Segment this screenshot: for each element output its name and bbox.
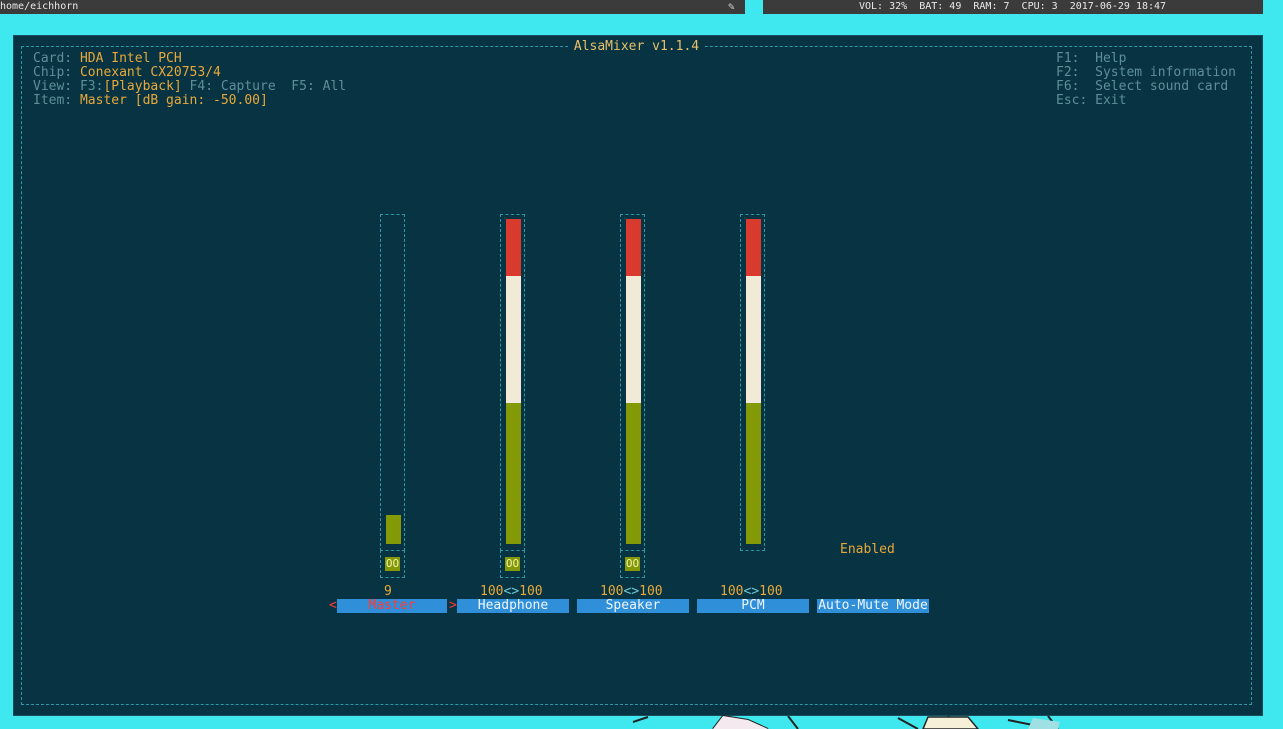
item-label: Item: — [33, 93, 80, 108]
headphone-volume-value: 100<>100 — [480, 585, 543, 599]
card-value: HDA Intel PCH — [79, 51, 182, 66]
speaker-sep: <> — [623, 584, 640, 599]
selector-right-arrow: > — [449, 598, 457, 613]
speaker-level-bar — [626, 219, 641, 544]
master-volume-value: 9 — [384, 585, 392, 599]
level-segment-mid — [506, 275, 521, 403]
headphone-level-bar — [506, 219, 521, 544]
headphone-mute-state: OO — [505, 557, 520, 571]
help-f1[interactable]: F1: Help — [1056, 51, 1126, 66]
view-label: View: — [33, 79, 80, 94]
speaker-label[interactable]: Speaker — [577, 599, 689, 613]
top-panel-left: home/eichhorn ✎ — [0, 0, 745, 14]
auto-mute-state[interactable]: Enabled — [840, 542, 895, 557]
terminal-window[interactable]: AlsaMixer v1.1.4 Card: HDA Intel PCH Chi… — [14, 36, 1262, 715]
wallpaper-character-art — [632, 714, 1060, 729]
speaker-volume-value: 100<>100 — [600, 585, 663, 599]
pcm-left: 100 — [720, 584, 744, 599]
pin-icon[interactable]: ✎ — [728, 0, 735, 13]
level-segment-mid — [746, 275, 761, 403]
speaker-mute-state: OO — [625, 557, 640, 571]
pcm-right: 100 — [759, 584, 783, 599]
view-playback[interactable]: [Playback] — [103, 79, 181, 94]
speaker-left: 100 — [600, 584, 624, 599]
level-segment-mid — [626, 275, 641, 403]
view-f3-key[interactable]: F3: — [80, 79, 103, 94]
headphone-sep: <> — [503, 584, 520, 599]
master-label[interactable]: Master — [337, 599, 447, 613]
chip-label: Chip: — [33, 65, 80, 80]
selector-left-arrow: < — [329, 598, 337, 613]
system-status: VOL: 32% BAT: 49 RAM: 7 CPU: 3 2017-06-2… — [859, 1, 1167, 12]
chip-value: Conexant CX20753/4 — [79, 65, 221, 80]
master-mute-toggle[interactable]: OO — [380, 550, 405, 578]
level-segment-high — [626, 219, 641, 276]
level-segment-low — [746, 402, 761, 544]
card-info: Card: HDA Intel PCH Chip: Conexant CX207… — [33, 52, 346, 108]
top-panel-status: VOL: 32% BAT: 49 RAM: 7 CPU: 3 2017-06-2… — [763, 0, 1263, 14]
item-value: Master [dB gain: -50.00] — [79, 93, 268, 108]
pcm-level-bar — [746, 219, 761, 544]
speaker-right: 100 — [639, 584, 663, 599]
app-title: AlsaMixer v1.1.4 — [567, 39, 706, 54]
pcm-volume-slider[interactable] — [740, 214, 765, 551]
help-f6[interactable]: F6: Select sound card — [1056, 79, 1228, 94]
headphone-right: 100 — [519, 584, 543, 599]
view-other-keys[interactable]: F4: Capture F5: All — [182, 79, 347, 94]
level-segment-high — [746, 219, 761, 276]
master-level-bar — [386, 219, 401, 544]
auto-mute-label[interactable]: Auto-Mute Mode — [817, 599, 929, 613]
headphone-volume-slider[interactable] — [500, 214, 525, 551]
master-volume-slider[interactable] — [380, 214, 405, 551]
help-keys: F1: Help F2: System information F6: Sele… — [1056, 52, 1236, 108]
pcm-sep: <> — [743, 584, 760, 599]
level-segment-low — [626, 402, 641, 544]
level-segment-low — [386, 514, 401, 544]
master-mute-state: OO — [385, 557, 400, 571]
speaker-mute-toggle[interactable]: OO — [620, 550, 645, 578]
card-label: Card: — [33, 51, 80, 66]
level-segment-low — [506, 402, 521, 544]
window-title: home/eichhorn — [0, 1, 79, 12]
headphone-label[interactable]: Headphone — [457, 599, 569, 613]
help-f2[interactable]: F2: System information — [1056, 65, 1236, 80]
help-esc[interactable]: Esc: Exit — [1056, 93, 1126, 108]
pcm-label[interactable]: PCM — [697, 599, 809, 613]
headphone-left: 100 — [480, 584, 504, 599]
master-value: 9 — [384, 584, 392, 599]
headphone-mute-toggle[interactable]: OO — [500, 550, 525, 578]
pcm-volume-value: 100<>100 — [720, 585, 783, 599]
level-segment-high — [506, 219, 521, 276]
speaker-volume-slider[interactable] — [620, 214, 645, 551]
